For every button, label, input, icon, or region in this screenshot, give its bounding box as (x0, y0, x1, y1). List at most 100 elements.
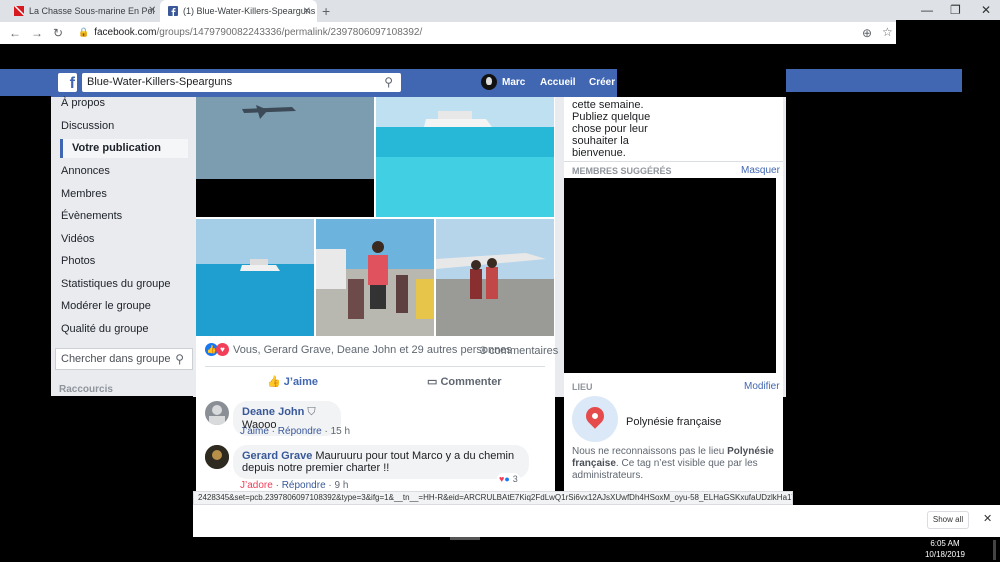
post-photo-plane[interactable] (196, 97, 374, 217)
browser-tab-strip: La Chasse Sous-marine En Pol (1) Blue-Wa… (0, 0, 1000, 22)
new-tab-icon[interactable]: + (322, 3, 330, 19)
bookmark-star-icon[interactable]: ☆ (882, 25, 893, 39)
search-icon[interactable]: ⚲ (175, 352, 184, 366)
maximize-icon[interactable]: ❐ (950, 3, 961, 17)
comment-button[interactable]: ▭ Commenter (427, 375, 502, 388)
nav-item-moderate[interactable]: Modérer le groupe (61, 300, 151, 312)
nav-home[interactable]: Accueil (540, 77, 576, 88)
zoom-icon[interactable]: ⊕ (862, 26, 872, 40)
comment-author[interactable]: Gerard Grave (242, 450, 312, 462)
tab-title: (1) Blue-Water-Killers-Spearguns (183, 6, 316, 16)
welcome-text-line: souhaiter la (572, 135, 629, 147)
show-all-downloads-button[interactable]: Show all (927, 511, 969, 529)
comment-reactions[interactable]: ♥ ● 3 (497, 473, 520, 485)
reload-icon[interactable]: ↻ (53, 26, 63, 40)
comment-reaction-count: 3 (512, 474, 518, 484)
comment-time[interactable]: 15 h (331, 426, 350, 437)
welcome-text-line: Publiez quelque (572, 111, 651, 123)
close-window-icon[interactable]: ✕ (981, 3, 991, 17)
redacted-block (836, 92, 1000, 505)
browser-tab[interactable]: La Chasse Sous-marine En Pol (6, 0, 158, 22)
like-button[interactable]: 👍 J’aime (267, 375, 318, 388)
location-name[interactable]: Polynésie française (626, 416, 721, 428)
avatar[interactable] (205, 445, 229, 469)
status-url: 2428345&set=pcb.2397806097108392&type=3&… (198, 493, 793, 502)
nav-item-videos[interactable]: Vidéos (61, 233, 94, 245)
profile-link[interactable]: Marc (481, 74, 525, 90)
nav-item-discussion[interactable]: Discussion (61, 120, 114, 132)
nav-item-your-post[interactable]: Votre publication (60, 139, 188, 158)
comments-count[interactable]: 3 commentaires (480, 345, 558, 357)
close-tab-icon[interactable]: ✕ (303, 6, 311, 17)
nav-item-events[interactable]: Évènements (61, 210, 122, 222)
status-url-bar: 2428345&set=pcb.2397806097108392&type=3&… (193, 491, 793, 505)
nav-item-members[interactable]: Membres (61, 188, 107, 200)
welcome-text-line: cette semaine. (572, 99, 644, 111)
location-note: Nous ne reconnaissons pas le lieu Polyné… (572, 446, 776, 482)
redacted-block (564, 178, 776, 373)
facebook-header: f Blue-Water-Killers-Spearguns ⚲ Marc Ac… (0, 69, 617, 97)
taskbar-clock[interactable]: 6:05 AM 10/18/2019 (923, 538, 967, 560)
dive-flag-icon (14, 6, 24, 16)
avatar[interactable] (205, 401, 229, 425)
search-icon[interactable]: ⚲ (384, 75, 393, 89)
close-downloads-icon[interactable]: ✕ (983, 512, 992, 525)
browser-tab-active[interactable]: (1) Blue-Water-Killers-Spearguns ✕ (160, 0, 317, 22)
reactions-text: Vous, Gerard Grave, Deane John et 29 aut… (233, 343, 512, 356)
comment-meta: J’aime · Répondre · 15 h (240, 426, 351, 437)
edit-location-link[interactable]: Modifier (744, 381, 780, 392)
reactions-summary[interactable]: 👍 ♥ Vous, Gerard Grave, Deane John et 29… (205, 343, 512, 356)
comment-like-link[interactable]: J’aime (240, 426, 269, 437)
back-icon[interactable]: ← (9, 26, 21, 40)
forward-icon[interactable]: → (31, 26, 43, 40)
moderator-badge-icon: ⛉ (307, 406, 316, 418)
comment-label: Commenter (440, 376, 502, 388)
url-field[interactable]: 🔒 facebook.com/groups/1479790082243336/pe… (78, 27, 422, 38)
url-host: facebook.com (94, 27, 157, 38)
comment-icon: ▭ (427, 376, 438, 388)
clock-date: 10/18/2019 (924, 550, 966, 559)
group-search-input[interactable]: Chercher dans groupe ⚲ (55, 348, 193, 370)
divider (564, 161, 783, 162)
nav-item-photos[interactable]: Photos (61, 255, 95, 267)
facebook-header-right (786, 69, 962, 92)
photo-yacht-image (376, 97, 554, 217)
facebook-search-input[interactable]: Blue-Water-Killers-Spearguns ⚲ (82, 73, 401, 92)
post-photo-jet[interactable] (436, 219, 554, 336)
nav-item-group-insights[interactable]: Statistiques du groupe (61, 278, 170, 290)
nav-item-announcements[interactable]: Annonces (61, 165, 110, 177)
comment-love-link[interactable]: J’adore (240, 480, 273, 491)
location-note-part: Nous ne reconnaissons pas le lieu (572, 446, 725, 457)
comment-bubble: Gerard Grave Mauruuru pour tout Marco y … (233, 445, 529, 479)
redacted-block (0, 396, 193, 484)
photo-yacht2-image (196, 219, 314, 336)
photo-jet-image (436, 219, 554, 336)
like-reaction-icon: ● (504, 474, 510, 484)
comment-time[interactable]: 9 h (335, 480, 349, 491)
facebook-icon (168, 6, 178, 16)
tab-title: La Chasse Sous-marine En Pol (29, 6, 155, 16)
comment-reply-link[interactable]: Répondre (278, 426, 322, 437)
nav-item-group-quality[interactable]: Qualité du groupe (61, 323, 148, 335)
url-path: /groups/1479790082243336/permalink/23978… (156, 27, 423, 38)
user-name: Marc (502, 76, 526, 88)
show-all-label: Show all (932, 515, 964, 524)
nav-item-about[interactable]: À propos (61, 97, 105, 109)
taskbar-indicator (450, 537, 480, 540)
search-value: Blue-Water-Killers-Spearguns (87, 76, 233, 88)
post-photo-yacht-2[interactable] (196, 219, 314, 336)
nav-create[interactable]: Créer (589, 77, 615, 88)
comment-author[interactable]: Deane John (242, 406, 304, 418)
show-desktop-button[interactable] (993, 540, 996, 560)
post-action-row: 👍 J’aime ▭ Commenter (205, 366, 545, 394)
close-tab-icon[interactable]: ✕ (148, 5, 156, 16)
comment-reply-link[interactable]: Répondre (282, 480, 326, 491)
minimize-icon[interactable]: — (921, 3, 933, 17)
post-photo-yacht[interactable] (376, 97, 554, 217)
post-photo-fisherman[interactable] (316, 219, 434, 336)
lock-icon: 🔒 (78, 27, 90, 37)
thumbs-up-icon: 👍 (267, 376, 281, 388)
hide-suggestions-link[interactable]: Masquer (741, 165, 780, 176)
suggested-members-heading: MEMBRES SUGGÉRÉS (572, 166, 672, 176)
facebook-logo-icon[interactable]: f (58, 73, 77, 92)
